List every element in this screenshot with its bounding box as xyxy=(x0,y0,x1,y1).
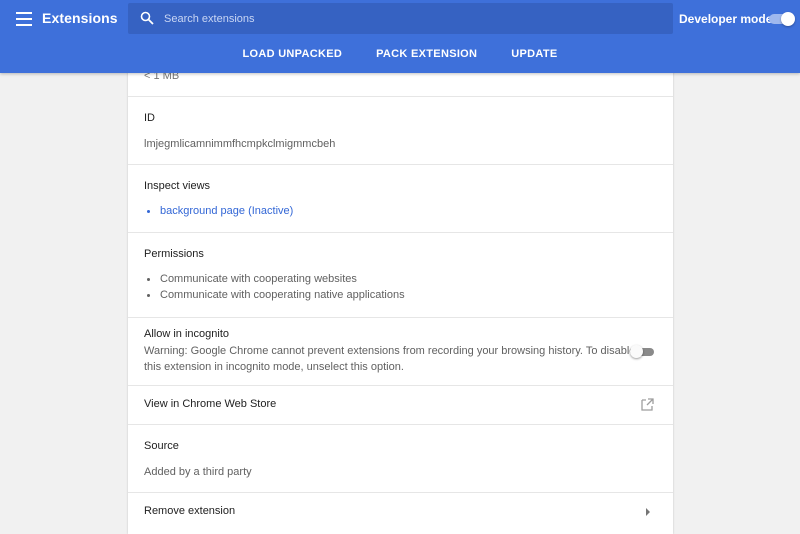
webstore-row[interactable]: View in Chrome Web Store xyxy=(128,385,673,424)
inspect-views-label: Inspect views xyxy=(144,180,211,192)
inspect-views-list: background page (Inactive) xyxy=(144,203,293,219)
id-label: ID xyxy=(144,112,155,124)
page-title: Extensions xyxy=(42,10,118,26)
open-in-new-icon[interactable] xyxy=(641,398,654,411)
menu-icon[interactable] xyxy=(14,9,36,29)
app-header: Extensions Developer mode LOAD UNPACKED … xyxy=(0,0,800,73)
id-section: ID lmjegmlicamnimmfhcmpkclmigmmcbeh xyxy=(128,96,673,164)
load-unpacked-button[interactable]: LOAD UNPACKED xyxy=(225,44,359,66)
permission-item: Communicate with cooperating websites xyxy=(144,271,405,287)
incognito-toggle[interactable] xyxy=(630,345,654,358)
update-button[interactable]: UPDATE xyxy=(494,44,574,66)
source-label: Source xyxy=(144,440,179,452)
search-input[interactable] xyxy=(164,3,654,34)
extension-details-card: < 1 MB ID lmjegmlicamnimmfhcmpkclmigmmcb… xyxy=(128,64,673,534)
webstore-label[interactable]: View in Chrome Web Store xyxy=(144,398,276,410)
search-bar[interactable] xyxy=(128,3,673,34)
background-page-link[interactable]: background page (Inactive) xyxy=(144,203,293,219)
remove-extension-row[interactable]: Remove extension xyxy=(128,492,673,534)
toolbar-actions: LOAD UNPACKED PACK EXTENSION UPDATE xyxy=(0,44,800,66)
search-icon[interactable] xyxy=(140,11,154,25)
incognito-warning-line2: this extension in incognito mode, unsele… xyxy=(144,361,404,373)
incognito-section: Allow in incognito Warning: Google Chrom… xyxy=(128,317,673,385)
inspect-views-section: Inspect views background page (Inactive) xyxy=(128,164,673,232)
source-value: Added by a third party xyxy=(144,466,252,478)
chevron-right-icon[interactable] xyxy=(645,508,651,516)
id-value: lmjegmlicamnimmfhcmpkclmigmmcbeh xyxy=(144,138,336,150)
permissions-label: Permissions xyxy=(144,248,204,260)
remove-extension-label[interactable]: Remove extension xyxy=(144,505,235,517)
developer-mode-toggle[interactable] xyxy=(769,12,795,26)
permissions-list: Communicate with cooperating websites Co… xyxy=(144,271,405,303)
incognito-label: Allow in incognito xyxy=(144,328,229,340)
developer-mode-label: Developer mode xyxy=(679,12,773,26)
permission-item: Communicate with cooperating native appl… xyxy=(144,287,405,303)
pack-extension-button[interactable]: PACK EXTENSION xyxy=(359,44,494,66)
source-section: Source Added by a third party xyxy=(128,424,673,492)
permissions-section: Permissions Communicate with cooperating… xyxy=(128,232,673,317)
incognito-warning-line1: Warning: Google Chrome cannot prevent ex… xyxy=(144,345,636,357)
